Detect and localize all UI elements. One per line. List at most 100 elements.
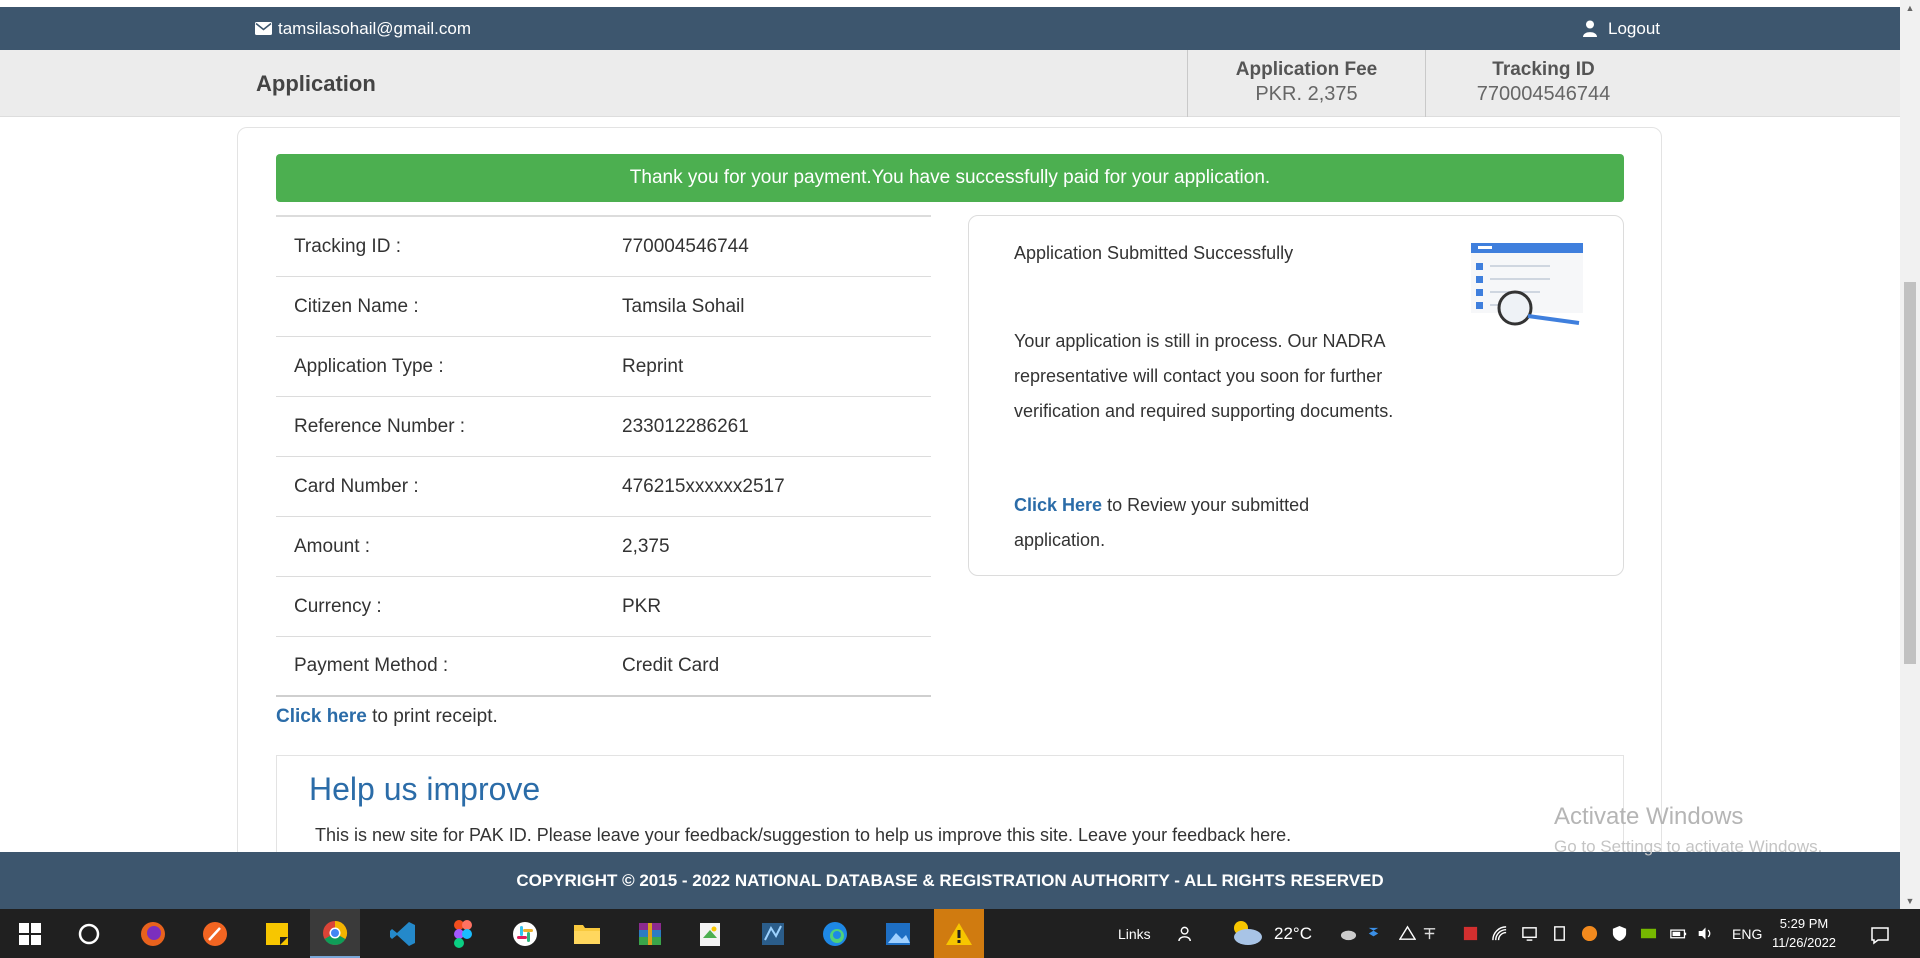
status-message: Your application is still in process. Ou… xyxy=(1014,331,1394,421)
temperature-label[interactable]: 22°C xyxy=(1274,909,1312,958)
notification-center-icon[interactable] xyxy=(1870,925,1890,945)
activate-windows-hint: Go to Settings to activate Windows. xyxy=(1554,837,1823,856)
application-details-table: Tracking ID : 770004546744 Citizen Name … xyxy=(276,215,931,697)
language-indicator[interactable]: ENG xyxy=(1732,909,1762,958)
photos-taskbar-button[interactable] xyxy=(873,909,923,958)
envelope-icon xyxy=(255,22,272,35)
detail-value: PKR xyxy=(622,595,662,617)
print-receipt-link[interactable]: Click here xyxy=(276,706,367,727)
file-explorer-taskbar-button[interactable] xyxy=(562,909,612,958)
people-icon[interactable] xyxy=(1178,925,1195,942)
detail-value: Reprint xyxy=(622,355,684,377)
notepad-taskbar-button[interactable] xyxy=(685,909,735,958)
cortana-button[interactable] xyxy=(64,909,114,958)
firefox-icon xyxy=(141,921,165,946)
chrome-taskbar-button[interactable] xyxy=(310,909,360,958)
top-strip xyxy=(0,0,1900,7)
firefox-taskbar-button[interactable] xyxy=(128,909,178,958)
edge-taskbar-button[interactable] xyxy=(810,909,860,958)
notepad-icon xyxy=(700,922,720,946)
header-bar: tamsilasohail@gmail.com Logout xyxy=(0,7,1900,50)
detail-value: 770004546744 xyxy=(622,235,749,257)
detail-row-application-type: Application Type : Reprint xyxy=(276,337,931,397)
tracking-id-value: 770004546744 xyxy=(1476,83,1611,105)
photos-icon xyxy=(886,922,910,945)
detail-key: Citizen Name : xyxy=(294,295,419,317)
cortana-circle-icon xyxy=(78,923,100,944)
detail-row-currency: Currency : PKR xyxy=(276,577,931,637)
detail-key: Reference Number : xyxy=(294,415,466,437)
review-application-line: Click Here to Review your submitted appl… xyxy=(1014,488,1374,558)
pdf-reader-icon[interactable] xyxy=(1462,925,1479,942)
edge-icon xyxy=(823,921,847,946)
pen-app-taskbar-button[interactable] xyxy=(190,909,240,958)
figma-taskbar-button[interactable] xyxy=(438,909,488,958)
sticky-notes-taskbar-button[interactable] xyxy=(252,909,302,958)
user-icon xyxy=(1583,20,1597,37)
detail-key: Payment Method : xyxy=(294,655,449,676)
mysql-workbench-taskbar-button[interactable] xyxy=(748,909,798,958)
google-drive-icon[interactable] xyxy=(1399,925,1416,942)
clock-date: 11/26/2022 xyxy=(1771,935,1837,950)
cloud-sync-icon[interactable] xyxy=(1340,925,1357,942)
application-fee-value: PKR. 2,375 xyxy=(1255,83,1358,105)
display-icon[interactable] xyxy=(1521,925,1538,942)
vscode-icon xyxy=(390,921,415,946)
detail-key: Card Number : xyxy=(294,475,419,497)
activate-windows-watermark: Activate Windows xyxy=(1554,803,1744,830)
tracking-id-label: Tracking ID xyxy=(1492,59,1595,80)
slack-icon xyxy=(513,921,537,946)
warning-icon xyxy=(946,922,972,945)
detail-row-citizen-name: Citizen Name : Tamsila Sohail xyxy=(276,277,931,337)
nvidia-icon[interactable] xyxy=(1640,925,1657,942)
database-icon xyxy=(762,922,784,945)
detail-row-payment-method: Payment Method : Credit Card xyxy=(276,637,931,697)
winrar-icon xyxy=(639,922,661,945)
detail-row-tracking-id: Tracking ID : 770004546744 xyxy=(276,217,931,277)
status-title: Application Submitted Successfully xyxy=(1014,243,1294,263)
start-button[interactable] xyxy=(5,909,55,958)
slack-taskbar-button[interactable] xyxy=(500,909,550,958)
page-scrollbar[interactable]: ▲ ▼ xyxy=(1900,0,1920,909)
wifi-icon[interactable] xyxy=(1491,925,1508,942)
winrar-taskbar-button[interactable] xyxy=(625,909,675,958)
submission-status-card: Application Submitted Successfully Your … xyxy=(968,215,1624,576)
vscode-taskbar-button[interactable] xyxy=(378,909,428,958)
security-shield-icon[interactable] xyxy=(1611,925,1628,942)
feedback-text: This is new site for PAK ID. Please leav… xyxy=(315,825,1292,845)
print-receipt-line: Click here to print receipt. xyxy=(276,706,498,728)
page-title: Application xyxy=(256,70,376,96)
scroll-down-arrow-icon[interactable]: ▼ xyxy=(1900,893,1920,909)
detail-key: Tracking ID : xyxy=(294,235,401,257)
detail-row-card-number: Card Number : 476215xxxxxx2517 xyxy=(276,457,931,517)
input-method-icon[interactable] xyxy=(1421,925,1438,942)
application-fee-box: Application Fee PKR. 2,375 xyxy=(1187,50,1425,117)
feedback-section: Help us improve This is new site for PAK… xyxy=(276,755,1624,865)
windows-taskbar: Links 22°C ENG 5:29 PM 11/26/2022 xyxy=(0,909,1920,958)
scroll-thumb[interactable] xyxy=(1904,282,1916,664)
application-review-illustration xyxy=(1471,243,1583,326)
chrome-icon xyxy=(323,920,348,945)
detail-row-amount: Amount : 2,375 xyxy=(276,517,931,577)
vlc-icon[interactable] xyxy=(1581,925,1598,942)
copyright-footer: COPYRIGHT © 2015 - 2022 NATIONAL DATABAS… xyxy=(0,852,1900,909)
clock-time: 5:29 PM xyxy=(1779,916,1829,931)
weather-cloud-icon[interactable] xyxy=(1228,918,1264,948)
system-clock[interactable]: 5:29 PM 11/26/2022 xyxy=(1770,914,1838,952)
detail-key: Currency : xyxy=(294,595,382,617)
scroll-up-arrow-icon[interactable]: ▲ xyxy=(1900,0,1920,16)
battery-icon[interactable] xyxy=(1670,925,1687,942)
warning-app-taskbar-button[interactable] xyxy=(934,909,984,958)
detail-row-reference-number: Reference Number : 233012286261 xyxy=(276,397,931,457)
links-toolbar-label[interactable]: Links xyxy=(1118,909,1151,958)
logout-button[interactable]: Logout xyxy=(1583,7,1660,50)
detail-value: Credit Card xyxy=(622,655,720,676)
user-email-text: tamsilasohail@gmail.com xyxy=(278,18,471,38)
detail-key: Amount : xyxy=(294,535,371,557)
device-icon[interactable] xyxy=(1551,925,1568,942)
dropbox-icon[interactable] xyxy=(1365,925,1382,942)
windows-logo-icon xyxy=(19,922,41,945)
tracking-id-box: Tracking ID 770004546744 xyxy=(1425,50,1661,117)
review-application-link[interactable]: Click Here xyxy=(1014,495,1102,515)
volume-icon[interactable] xyxy=(1697,925,1714,942)
